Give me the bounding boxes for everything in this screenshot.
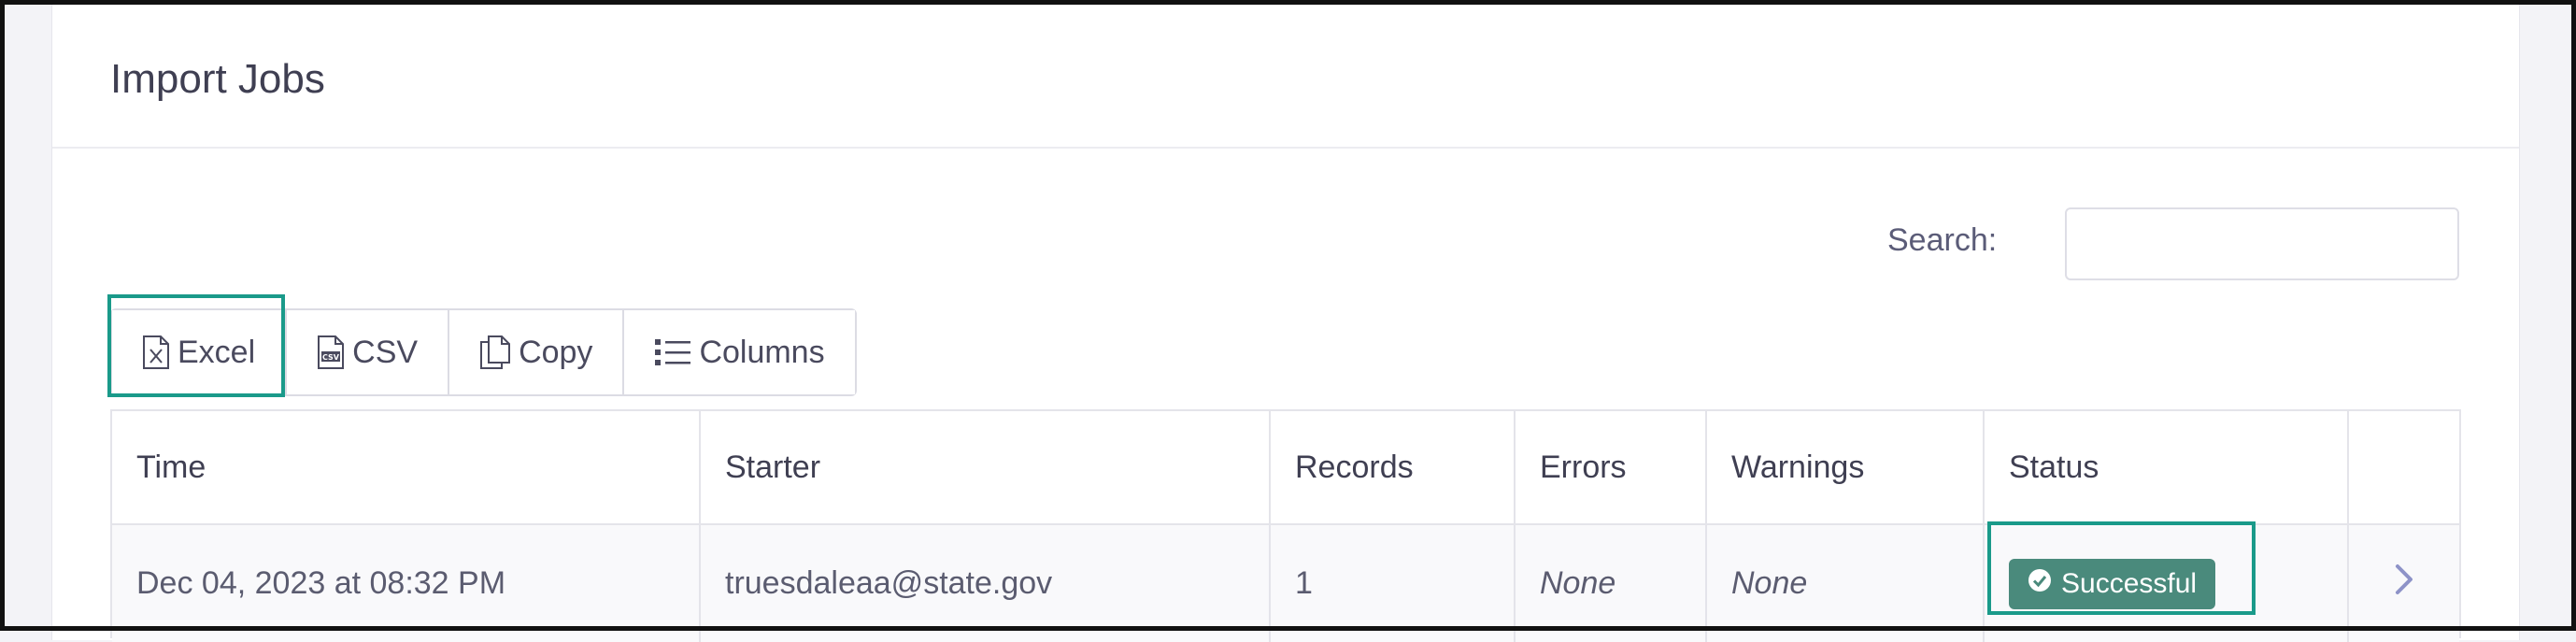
- chevron-right-icon: [2393, 563, 2415, 605]
- search-label: Search:: [1887, 222, 1998, 258]
- cell-records: 1: [1271, 525, 1516, 642]
- cell-warnings: None: [1707, 525, 1985, 642]
- svg-text:CSV: CSV: [322, 353, 340, 362]
- columns-button[interactable]: Columns: [624, 310, 855, 394]
- column-header-records[interactable]: Records: [1271, 411, 1516, 523]
- check-circle-icon: [2028, 568, 2052, 600]
- copy-icon: [479, 335, 511, 370]
- cell-time: Dec 04, 2023 at 08:32 PM: [112, 525, 701, 642]
- table-row[interactable]: Dec 04, 2023 at 08:32 PM truesdaleaa@sta…: [112, 525, 2459, 642]
- import-jobs-table: Time Starter Records Errors Warnings Sta…: [110, 409, 2461, 642]
- excel-button[interactable]: Excel: [112, 310, 288, 394]
- cell-errors: None: [1516, 525, 1707, 642]
- csv-button-label: CSV: [352, 334, 419, 370]
- csv-file-icon: CSV: [317, 335, 345, 370]
- card-header: Import Jobs: [52, 5, 2519, 149]
- column-header-warnings[interactable]: Warnings: [1707, 411, 1985, 523]
- column-header-action: [2349, 411, 2459, 523]
- table-header-row: Time Starter Records Errors Warnings Sta…: [112, 411, 2459, 525]
- column-header-errors[interactable]: Errors: [1516, 411, 1707, 523]
- excel-button-label: Excel: [178, 334, 256, 370]
- excel-file-icon: [142, 335, 170, 370]
- export-button-group: Excel CSV CSV Copy Columns: [110, 308, 857, 396]
- list-icon: [654, 337, 691, 367]
- cell-starter: truesdaleaa@state.gov: [701, 525, 1271, 642]
- column-header-status[interactable]: Status: [1985, 411, 2349, 523]
- status-badge: Successful: [2009, 558, 2216, 609]
- page-title: Import Jobs: [110, 56, 325, 102]
- copy-button[interactable]: Copy: [449, 310, 625, 394]
- copy-button-label: Copy: [519, 334, 593, 370]
- column-header-time[interactable]: Time: [112, 411, 701, 523]
- search-input[interactable]: [2065, 207, 2459, 280]
- status-badge-label: Successful: [2061, 567, 2198, 599]
- column-header-starter[interactable]: Starter: [701, 411, 1271, 523]
- cell-status: Successful: [1985, 525, 2349, 642]
- columns-button-label: Columns: [699, 334, 825, 370]
- csv-button[interactable]: CSV CSV: [287, 310, 450, 394]
- row-detail-link[interactable]: [2349, 525, 2459, 642]
